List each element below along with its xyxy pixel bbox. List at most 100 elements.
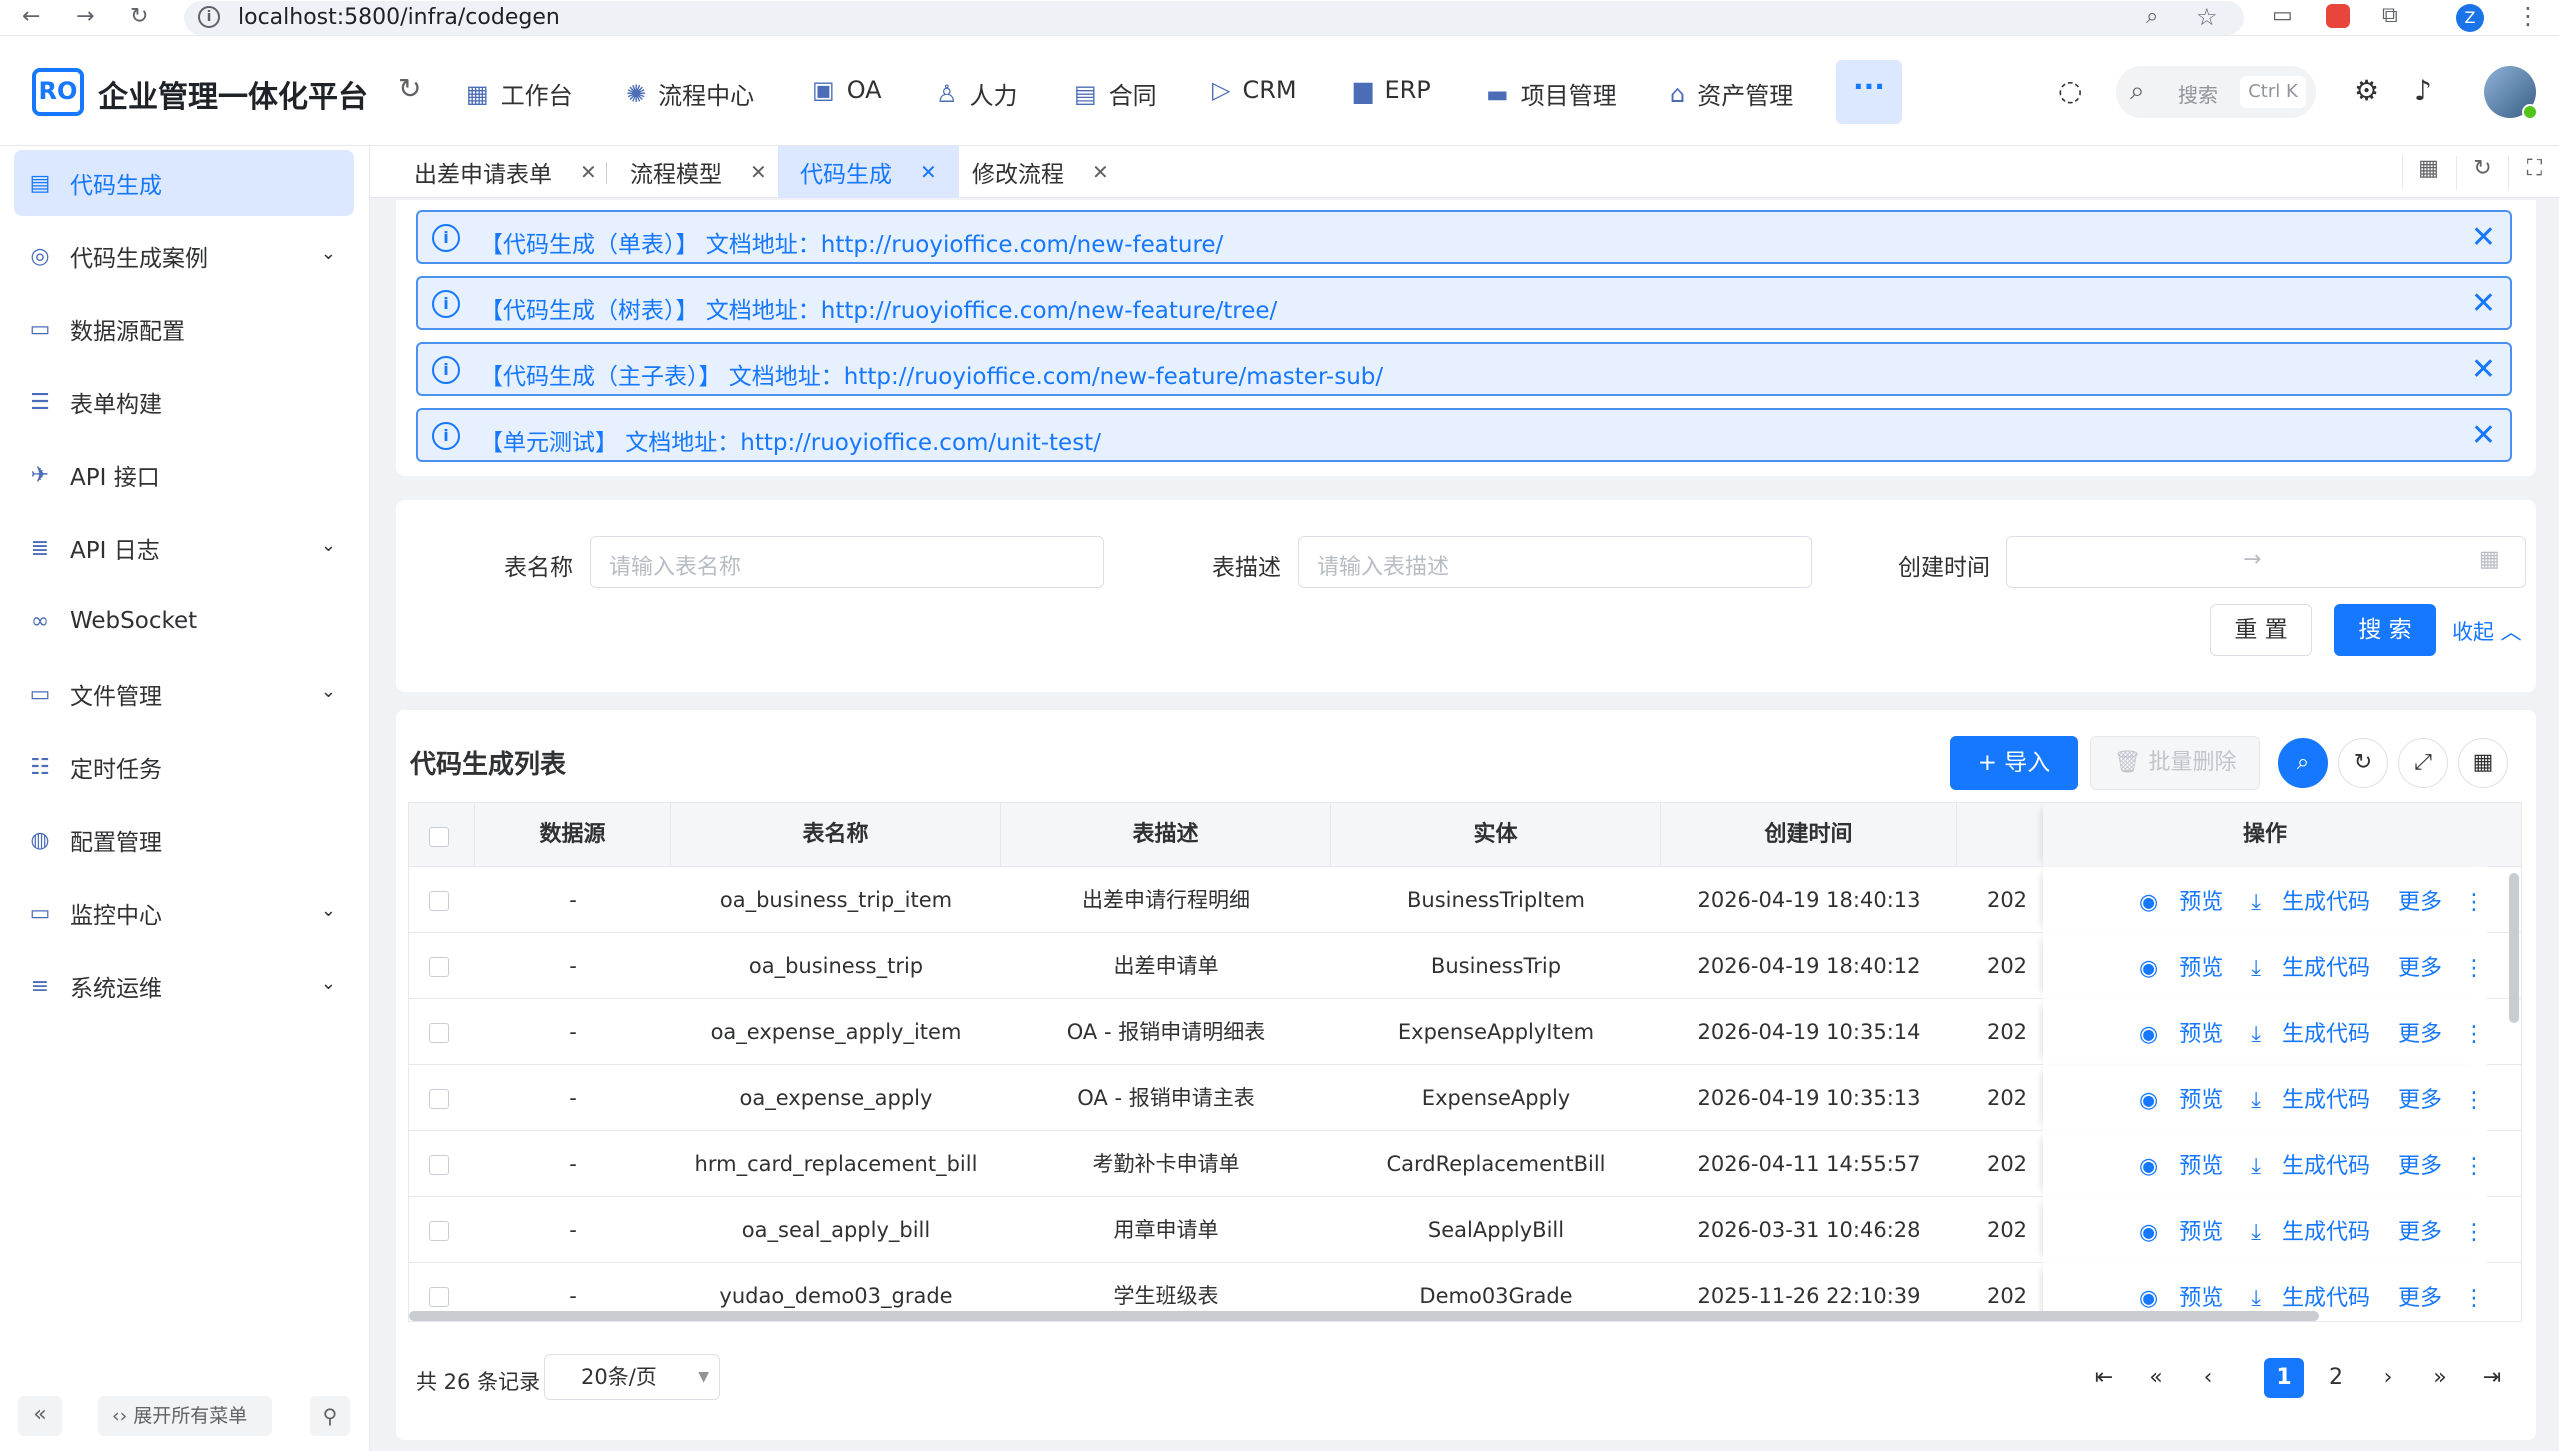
preview-link[interactable]: ◉ 预览 (2139, 1148, 2237, 1180)
close-icon[interactable]: ✕ (2471, 352, 2496, 387)
tab-business-trip-form[interactable]: 出差申请表单 ✕ (414, 146, 597, 198)
table-name-input[interactable]: 请输入表名称 (590, 536, 1104, 588)
next-page-icon[interactable]: › (2368, 1358, 2408, 1398)
gear-icon[interactable]: ⚙ (2354, 74, 2379, 107)
global-search[interactable]: ⌕ 搜索 Ctrl K (2116, 66, 2316, 118)
generate-code-link[interactable]: ⤓ 生成代码 (2251, 1016, 2384, 1048)
topmenu-hr[interactable]: ♙ 人力 (936, 76, 1018, 111)
close-icon[interactable]: ✕ (580, 160, 597, 184)
row-checkbox[interactable] (429, 1023, 449, 1043)
prev-page-icon[interactable]: ‹ (2188, 1358, 2228, 1398)
topmenu-project[interactable]: ▬ 项目管理 (1486, 76, 1617, 111)
sidebar-item-scheduled-task[interactable]: ☷ 定时任务 (14, 734, 354, 800)
pin-icon[interactable]: ⚲ (310, 1396, 350, 1436)
created-time-range-picker[interactable]: → ▦ (2006, 536, 2526, 588)
topmenu-asset[interactable]: ⌂ 资产管理 (1670, 76, 1793, 111)
sidebar-item-config[interactable]: ◍ 配置管理 (14, 807, 354, 873)
close-icon[interactable]: ✕ (920, 160, 937, 184)
sidebar-item-datasource[interactable]: ▭ 数据源配置 (14, 296, 354, 362)
table-row[interactable]: - oa_business_trip 出差申请单 BusinessTrip 2026-0… (409, 933, 2521, 999)
more-link[interactable]: 更多 ⋮ (2398, 1148, 2499, 1180)
refresh-tab-icon[interactable]: ↻ (2456, 156, 2508, 190)
batch-delete-button[interactable]: 🗑 批量删除 (2090, 736, 2260, 790)
refresh-table-button[interactable]: ↻ (2338, 738, 2388, 788)
more-link[interactable]: 更多 ⋮ (2398, 1082, 2499, 1114)
grid-view-icon[interactable]: ▦ (2402, 156, 2454, 190)
preview-link[interactable]: ◉ 预览 (2139, 1082, 2237, 1114)
first-page-icon[interactable]: ⇤ (2084, 1358, 2124, 1398)
table-row[interactable]: - oa_business_trip_item 出差申请行程明细 BusinessTr… (409, 867, 2521, 933)
extension-red-icon[interactable] (2326, 4, 2350, 28)
more-link[interactable]: 更多 ⋮ (2398, 1214, 2499, 1246)
more-link[interactable]: 更多 ⋮ (2398, 1280, 2499, 1312)
sidebar-item-file[interactable]: ▭ 文件管理 ⌄ (14, 661, 354, 727)
sidebar-item-api-log[interactable]: ≣ API 日志 ⌄ (14, 515, 354, 581)
preview-link[interactable]: ◉ 预览 (2139, 950, 2237, 982)
row-checkbox[interactable] (429, 1221, 449, 1241)
select-all-checkbox[interactable] (429, 827, 449, 847)
collapse-form-button[interactable]: 收起 ︿ (2452, 616, 2522, 646)
topmenu-dashboard[interactable]: ▦ 工作台 (466, 76, 573, 111)
sidebar-item-monitor[interactable]: ▭ 监控中心 ⌄ (14, 880, 354, 946)
site-info-icon[interactable]: i (198, 6, 220, 28)
more-link[interactable]: 更多 ⋮ (2398, 1016, 2499, 1048)
close-icon[interactable]: ✕ (2471, 418, 2496, 453)
topmenu-flow[interactable]: ✺ 流程中心 (626, 76, 754, 111)
generate-code-link[interactable]: ⤓ 生成代码 (2251, 1082, 2384, 1114)
refresh-icon[interactable]: ↻ (398, 72, 421, 105)
table-row[interactable]: - oa_seal_apply_bill 用章申请单 SealApplyBill 202… (409, 1197, 2521, 1263)
column-settings-button[interactable]: ▦ (2458, 738, 2508, 788)
tab-codegen[interactable]: 代码生成 ✕ (778, 146, 959, 198)
preview-link[interactable]: ◉ 预览 (2139, 884, 2237, 916)
horizontal-scrollbar[interactable] (409, 1311, 2319, 1321)
table-row[interactable]: - oa_expense_apply_item OA - 报销申请明细表 Expens… (409, 999, 2521, 1065)
expand-all-menus-button[interactable]: ‹› 展开所有菜单 (98, 1396, 272, 1436)
more-link[interactable]: 更多 ⋮ (2398, 884, 2499, 916)
bell-icon[interactable]: ♪ (2414, 74, 2432, 107)
sidebar-item-codegen-example[interactable]: ◎ 代码生成案例 ⌄ (14, 223, 354, 289)
fullscreen-icon[interactable]: ⛶ (2508, 156, 2559, 190)
user-avatar[interactable] (2484, 66, 2538, 120)
search-toggle-button[interactable]: ⌕ (2278, 738, 2328, 788)
generate-code-link[interactable]: ⤓ 生成代码 (2251, 1148, 2384, 1180)
address-bar[interactable]: i localhost:5800/infra/codegen ⌕ ☆ (184, 1, 2244, 35)
close-icon[interactable]: ✕ (750, 160, 767, 184)
close-icon[interactable]: ✕ (2471, 220, 2496, 255)
generate-code-link[interactable]: ⤓ 生成代码 (2251, 950, 2384, 982)
row-checkbox[interactable] (429, 1089, 449, 1109)
profile-avatar[interactable]: Z (2456, 4, 2484, 32)
sidebar-item-codegen[interactable]: ▤ 代码生成 (14, 150, 354, 216)
sidebar-item-api[interactable]: ✈ API 接口 (14, 442, 354, 508)
address-url[interactable]: localhost:5800/infra/codegen (238, 5, 560, 30)
page-2[interactable]: 2 (2316, 1358, 2356, 1398)
next-five-pages-icon[interactable]: » (2420, 1358, 2460, 1398)
prev-five-pages-icon[interactable]: « (2136, 1358, 2176, 1398)
back-icon[interactable]: ← (22, 4, 40, 29)
topmenu-crm[interactable]: ▷ CRM (1212, 76, 1297, 104)
generate-code-link[interactable]: ⤓ 生成代码 (2251, 884, 2384, 916)
collapse-sidebar-button[interactable]: « (18, 1396, 62, 1436)
preview-link[interactable]: ◉ 预览 (2139, 1280, 2237, 1312)
topmenu-oa[interactable]: ▣ OA (812, 76, 882, 104)
generate-code-link[interactable]: ⤓ 生成代码 (2251, 1214, 2384, 1246)
star-icon[interactable]: ☆ (2196, 3, 2218, 31)
page-size-select[interactable]: 20条/页 ▼ (544, 1354, 720, 1400)
sidebar-item-form-builder[interactable]: ☰ 表单构建 (14, 369, 354, 435)
fullscreen-table-button[interactable]: ⤢ (2398, 738, 2448, 788)
topmenu-erp[interactable]: ▆ ERP (1354, 76, 1431, 104)
browser-menu-icon[interactable]: ⋮ (2516, 2, 2540, 30)
more-link[interactable]: 更多 ⋮ (2398, 950, 2499, 982)
preview-link[interactable]: ◉ 预览 (2139, 1214, 2237, 1246)
import-button[interactable]: + 导入 (1950, 736, 2078, 790)
row-checkbox[interactable] (429, 1287, 449, 1307)
zoom-icon[interactable]: ⌕ (2146, 4, 2158, 29)
preview-link[interactable]: ◉ 预览 (2139, 1016, 2237, 1048)
row-checkbox[interactable] (429, 957, 449, 977)
reload-icon[interactable]: ↻ (130, 4, 148, 29)
tab-process-model[interactable]: 流程模型 ✕ (630, 146, 767, 198)
reset-button[interactable]: 重 置 (2210, 604, 2312, 656)
forward-icon[interactable]: → (76, 4, 94, 29)
page-1[interactable]: 1 (2264, 1358, 2304, 1398)
topmenu-contract[interactable]: ▤ 合同 (1074, 76, 1157, 111)
puzzle-icon[interactable]: ⧉ (2382, 3, 2398, 28)
